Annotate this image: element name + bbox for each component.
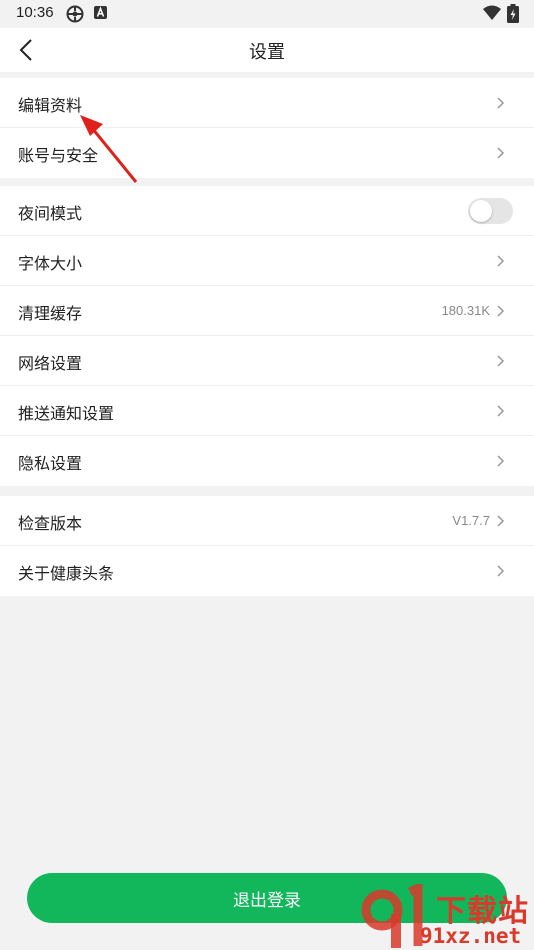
settings-item-label: 夜间模式 <box>18 204 83 223</box>
settings-item-clear-cache[interactable]: 清理缓存 180.31K <box>0 286 534 336</box>
settings-item-account-security[interactable]: 账号与安全 <box>0 128 534 178</box>
chevron-right-icon <box>497 565 505 577</box>
settings-item-network[interactable]: 网络设置 <box>0 336 534 386</box>
settings-item-label: 网络设置 <box>18 354 83 373</box>
settings-item-push-notifications[interactable]: 推送通知设置 <box>0 386 534 436</box>
chevron-right-icon <box>497 147 505 159</box>
version-value: V1.7.7 <box>452 513 490 528</box>
battery-charging-icon <box>507 4 519 23</box>
settings-item-label: 字体大小 <box>18 254 83 273</box>
status-bar: 10:36 <box>0 0 534 28</box>
settings-item-label: 清理缓存 <box>18 304 83 323</box>
chevron-right-icon <box>497 355 505 367</box>
chevron-right-icon <box>497 405 505 417</box>
wifi-icon <box>483 5 501 20</box>
chevron-right-icon <box>497 97 505 109</box>
settings-item-label: 检查版本 <box>18 514 83 533</box>
app-notification-icon <box>94 6 107 19</box>
settings-item-about[interactable]: 关于健康头条 <box>0 546 534 596</box>
toggle-knob <box>470 200 492 222</box>
settings-item-label: 隐私设置 <box>18 454 83 473</box>
chevron-right-icon <box>497 515 505 527</box>
watermark: 下载站 91xz.net <box>360 884 534 950</box>
page-title: 设置 <box>249 42 285 63</box>
settings-item-label: 关于健康头条 <box>18 564 115 583</box>
settings-item-check-version[interactable]: 检查版本 V1.7.7 <box>0 496 534 546</box>
settings-group-about: 检查版本 V1.7.7 关于健康头条 <box>0 496 534 596</box>
sync-icon <box>66 5 84 23</box>
settings-item-label: 推送通知设置 <box>18 404 115 423</box>
chevron-right-icon <box>497 455 505 467</box>
chevron-right-icon <box>497 255 505 267</box>
settings-item-privacy[interactable]: 隐私设置 <box>0 436 534 486</box>
chevron-right-icon <box>497 305 505 317</box>
settings-group-account: 编辑资料 账号与安全 <box>0 78 534 178</box>
watermark-text-bottom: 91xz.net <box>420 924 522 948</box>
settings-item-label: 账号与安全 <box>18 146 99 165</box>
nav-bar: 设置 <box>0 28 534 72</box>
settings-item-label: 编辑资料 <box>18 96 83 115</box>
settings-group-general: 夜间模式 字体大小 清理缓存 180.31K 网络设置 推送通知设置 隐私设置 <box>0 186 534 486</box>
settings-item-night-mode: 夜间模式 <box>0 186 534 236</box>
night-mode-toggle[interactable] <box>468 198 513 224</box>
cache-size-value: 180.31K <box>441 303 490 318</box>
settings-item-font-size[interactable]: 字体大小 <box>0 236 534 286</box>
status-time: 10:36 <box>16 4 54 21</box>
settings-item-edit-profile[interactable]: 编辑资料 <box>0 78 534 128</box>
